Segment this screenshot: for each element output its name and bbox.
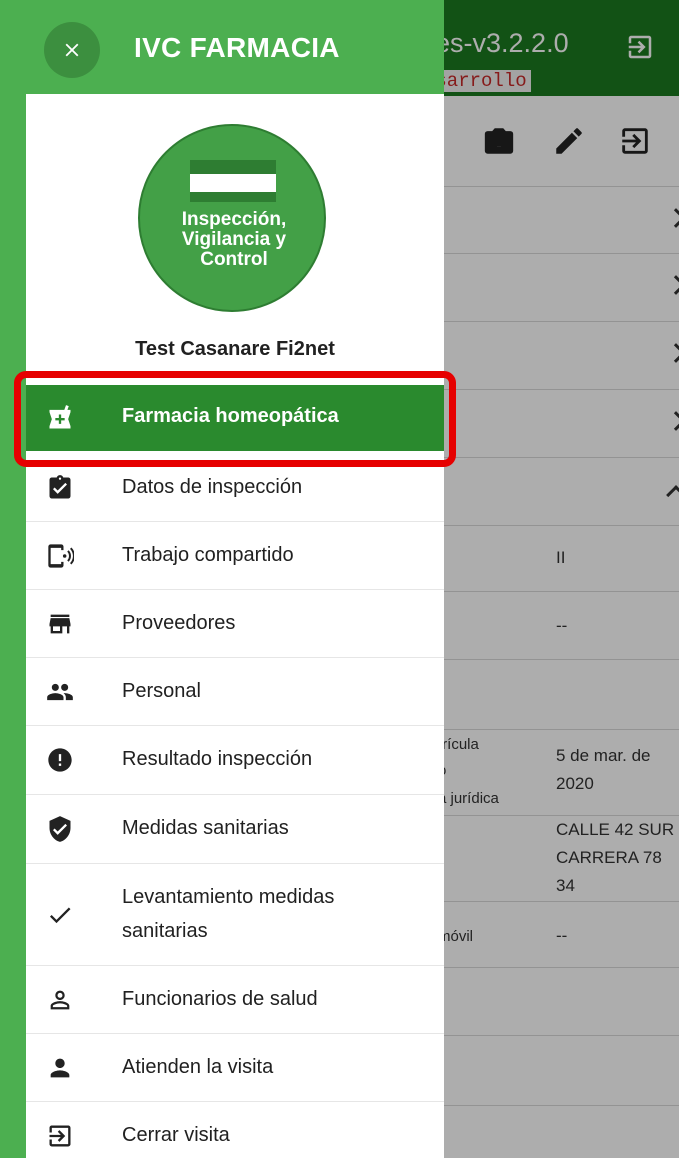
menu-item-medidas-sanitarias[interactable]: Medidas sanitarias [26, 795, 444, 864]
highlight-annotation [14, 371, 456, 467]
menu-item-label: Resultado inspección [122, 748, 313, 770]
menu-item-personal[interactable]: Personal [26, 658, 444, 726]
menu-item-label: Datos de inspección [122, 476, 303, 498]
menu-item-funcionarios-salud[interactable]: Funcionarios de salud [26, 966, 444, 1034]
drawer-header: IVC FARMACIA [0, 0, 444, 94]
menu-item-levantamiento-medidas[interactable]: Levantamiento medidas sanitarias [26, 864, 444, 966]
menu-item-label: Cerrar visita [122, 1124, 230, 1146]
menu-item-label: Personal [122, 680, 201, 702]
menu-item-label: Trabajo compartido [122, 544, 294, 566]
drawer-title: IVC FARMACIA [134, 32, 340, 63]
person-outline-icon [50, 990, 70, 1010]
ivc-logo: Inspección, Vigilancia y Control [138, 124, 326, 312]
flag-icon [190, 160, 276, 202]
menu-item-label: Funcionarios de salud [122, 988, 318, 1010]
menu-item-proveedores[interactable]: Proveedores [26, 590, 444, 658]
phone-cast-icon [48, 544, 74, 568]
menu-item-trabajo-compartido[interactable]: Trabajo compartido [26, 522, 444, 590]
menu-item-label: Medidas sanitarias [122, 817, 289, 839]
menu-item-label: Levantamiento medidas [122, 886, 335, 908]
people-icon [47, 683, 73, 701]
logo-text: Inspección, Vigilancia y Control [181, 209, 287, 270]
alert-circle-icon [48, 748, 72, 772]
menu-item-label: Atienden la visita [122, 1056, 274, 1078]
menu-item-atienden-visita[interactable]: Atienden la visita [26, 1034, 444, 1102]
menu-item-cerrar-visita[interactable]: Cerrar visita [26, 1102, 444, 1158]
drawer-menu: Datos de inspección Trabajo compartido P… [26, 454, 444, 1158]
store-icon [49, 614, 71, 634]
menu-item-label: sanitarias [122, 920, 208, 942]
check-icon [49, 907, 71, 924]
clipboard-check-icon [49, 475, 71, 499]
menu-item-label: Proveedores [122, 612, 236, 634]
menu-item-resultado-inspeccion[interactable]: Resultado inspección [26, 726, 444, 795]
user-name: Test Casanare Fi2net [135, 338, 335, 360]
close-icon [65, 43, 79, 57]
exit-icon [49, 1125, 71, 1147]
drawer-body: Inspección, Vigilancia y Control Test Ca… [26, 94, 444, 1158]
person-icon [50, 1058, 70, 1078]
navigation-drawer: IVC FARMACIA Inspección, Vigilancia y Co… [0, 0, 444, 1158]
shield-check-icon [49, 816, 71, 842]
close-drawer-button[interactable] [44, 22, 100, 78]
